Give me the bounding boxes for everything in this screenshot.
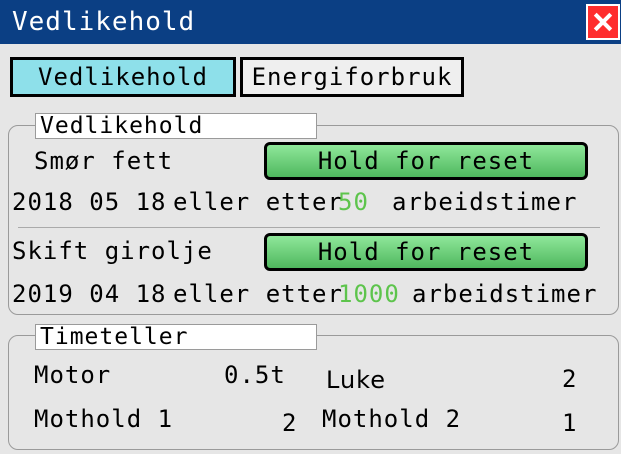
grease-due-date: 2018 05 18 [12, 188, 167, 216]
maintenance-group-label: Vedlikehold [35, 113, 317, 139]
grease-hours: 50 [338, 188, 369, 216]
counter-1-label: Mothold 1 [34, 405, 174, 433]
window-title: Vedlikehold [12, 7, 196, 37]
motor-label: Motor [34, 361, 112, 389]
gear-oil-hours: 1000 [338, 280, 400, 308]
gear-oil-due-date: 2019 04 18 [12, 280, 167, 308]
gear-oil-or-after: eller etter [173, 280, 343, 308]
counter-2-label: Mothold 2 [322, 405, 462, 433]
counter-1-value: 2 [282, 409, 298, 437]
tab-energiforbruk[interactable]: Energiforbruk [240, 57, 464, 97]
hour-counter-group-label: Timeteller [35, 324, 317, 350]
hatch-value: 2 [562, 365, 578, 393]
gear-oil-label: Skift girolje [12, 237, 213, 265]
gear-oil-unit: arbeidstimer [412, 280, 598, 308]
tab-vedlikehold[interactable]: Vedlikehold [10, 57, 236, 97]
gear-oil-reset-button[interactable]: Hold for reset [264, 233, 588, 271]
grease-label: Smør fett [34, 147, 174, 175]
grease-unit: arbeidstimer [392, 188, 578, 216]
motor-value: 0.5t [224, 361, 286, 389]
title-bar: Vedlikehold [0, 0, 621, 44]
hatch-label: Luke [326, 366, 386, 394]
grease-reset-button[interactable]: Hold for reset [264, 142, 588, 180]
close-icon[interactable] [586, 4, 620, 40]
grease-or-after: eller etter [173, 188, 343, 216]
divider [18, 227, 600, 228]
counter-2-value: 1 [562, 409, 578, 437]
